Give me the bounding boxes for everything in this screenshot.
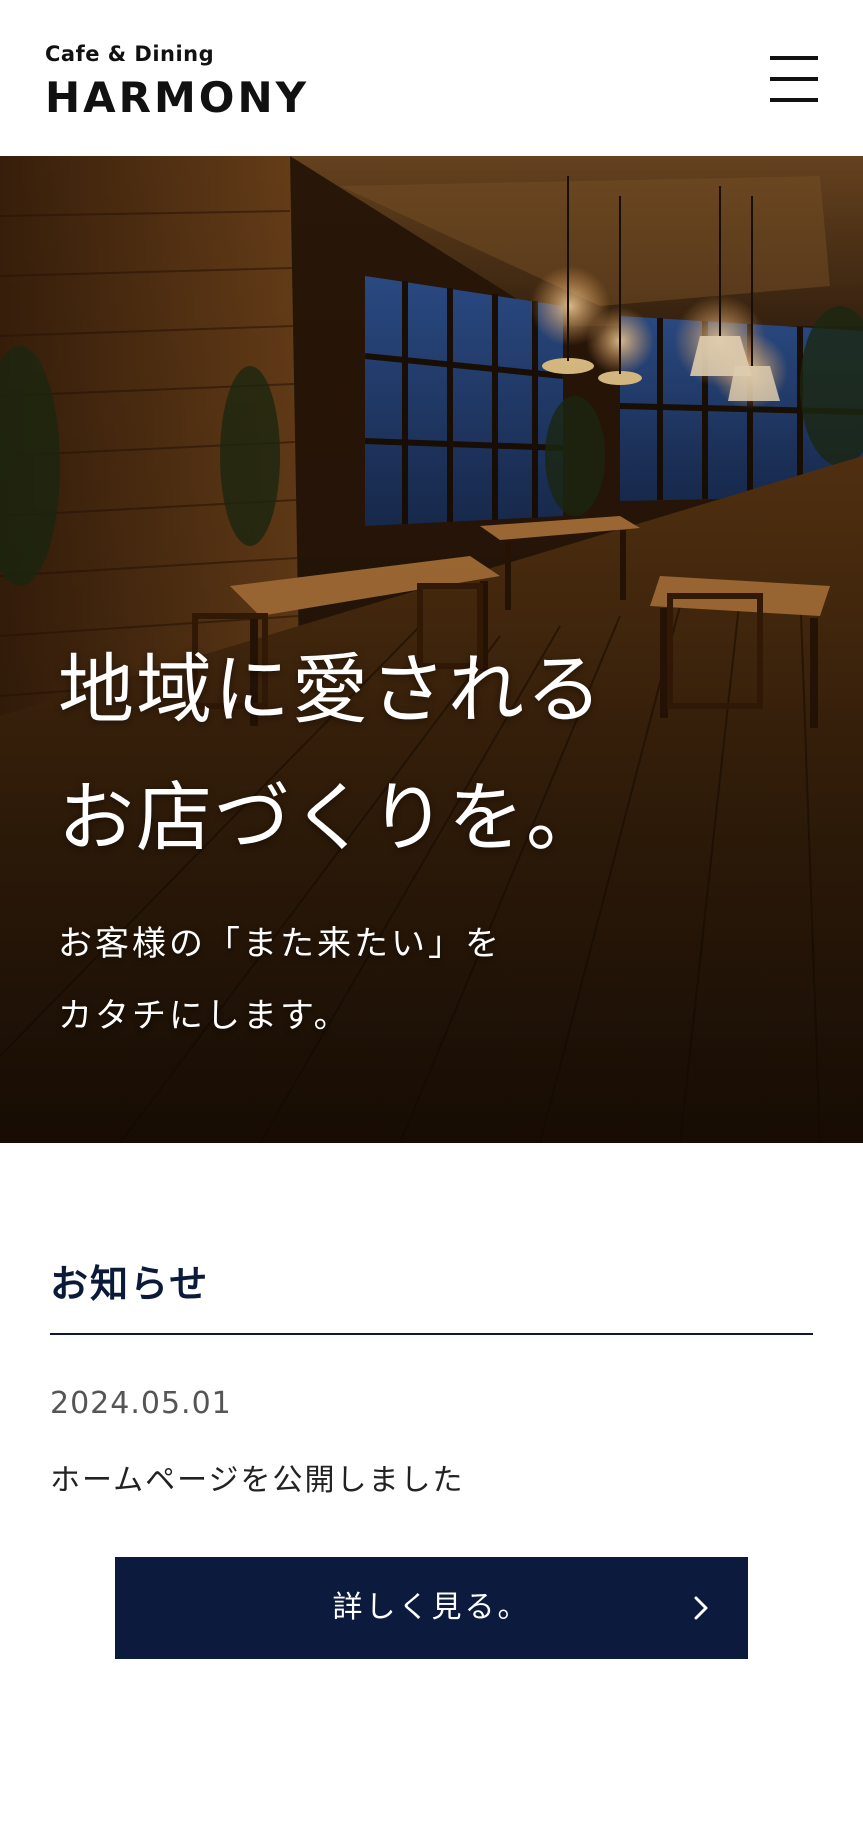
hero-section: 地域に愛される お店づくりを。 お客様の「また来たい」を カタチにします。 xyxy=(0,156,863,1143)
news-heading: お知らせ xyxy=(50,1261,210,1306)
hamburger-menu-icon[interactable] xyxy=(768,54,820,106)
site-header: Cafe & Dining HARMONY xyxy=(0,0,863,156)
menu-line xyxy=(770,77,818,81)
news-item-date: 2024.05.01 xyxy=(50,1386,232,1421)
hero-title-line: 地域に愛される xyxy=(58,645,604,734)
hero-subtitle-line: カタチにします。 xyxy=(58,996,351,1036)
menu-line xyxy=(770,56,818,60)
news-section: お知らせ 2024.05.01 ホームページを公開しました 詳しく見る。 xyxy=(0,1143,863,1822)
news-item-title[interactable]: ホームページを公開しました xyxy=(50,1455,465,1499)
hero-title: 地域に愛される お店づくりを。 xyxy=(58,626,604,882)
news-divider xyxy=(50,1333,813,1335)
hero-subtitle: お客様の「また来たい」を カタチにします。 xyxy=(58,908,502,1052)
menu-line xyxy=(770,98,818,102)
hero-subtitle-line: お客様の「また来たい」を xyxy=(58,924,502,964)
hero-title-line: お店づくりを。 xyxy=(58,773,604,862)
site-logo[interactable]: Cafe & Dining HARMONY xyxy=(45,40,309,124)
read-more-button[interactable]: 詳しく見る。 xyxy=(115,1557,748,1659)
read-more-label: 詳しく見る。 xyxy=(332,1590,531,1625)
logo-title: HARMONY xyxy=(45,73,310,122)
logo-subtitle: Cafe & Dining xyxy=(45,42,215,66)
chevron-right-icon xyxy=(694,1596,708,1620)
